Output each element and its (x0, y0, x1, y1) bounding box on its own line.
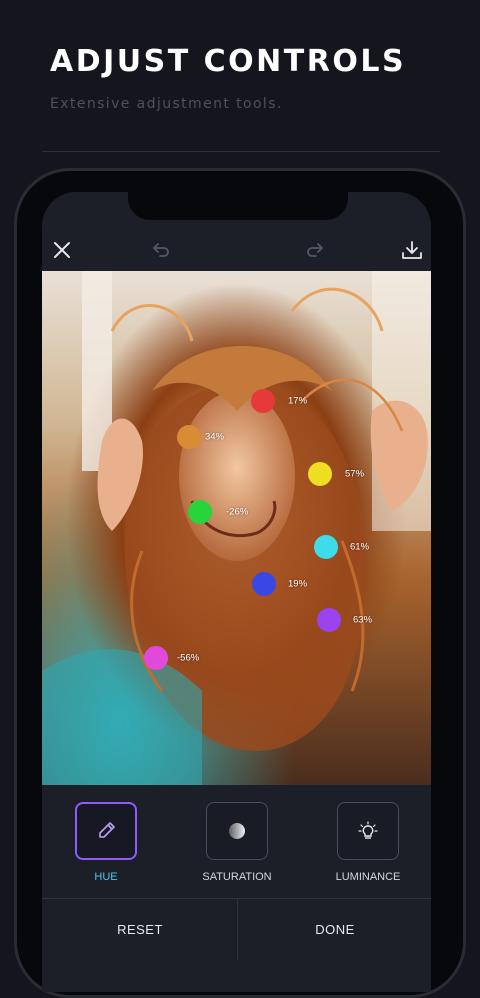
color-point-red[interactable] (251, 389, 275, 413)
color-point-blue-value: 19% (288, 578, 308, 590)
lightbulb-icon (358, 821, 378, 839)
color-point-orange[interactable] (177, 425, 201, 449)
phone-notch (128, 192, 348, 220)
reset-button[interactable]: RESET (43, 899, 237, 960)
undo-button[interactable] (147, 236, 175, 264)
color-point-yellow-value: 57% (345, 468, 365, 480)
color-point-green-value: -26% (226, 506, 249, 518)
download-icon (402, 241, 422, 259)
luminance-tool-label: LUMINANCE (335, 871, 401, 883)
color-point-blue[interactable] (252, 572, 276, 596)
page-title: ADJUST CONTROLS (50, 44, 407, 79)
color-point-cyan[interactable] (314, 535, 338, 559)
done-button[interactable]: DONE (238, 899, 432, 960)
color-point-orange-value: 34% (205, 431, 225, 443)
close-button[interactable] (48, 236, 76, 264)
download-button[interactable] (398, 236, 426, 264)
color-point-purple-value: 63% (353, 614, 373, 626)
color-point-magenta-value: -56% (177, 652, 200, 664)
color-point-green[interactable] (188, 500, 212, 524)
luminance-tool-button[interactable] (337, 802, 399, 860)
color-point-red-value: 17% (288, 395, 308, 407)
saturation-tool-button[interactable] (206, 802, 268, 860)
edit-photo: 17% 34% 57% -26% 61% 19% 63% -56% (42, 271, 431, 785)
photo-subject-illustration (42, 271, 431, 785)
color-point-cyan-value: 61% (350, 541, 370, 553)
undo-icon (153, 243, 169, 257)
close-icon (54, 242, 70, 258)
hue-tool-button[interactable] (75, 802, 137, 860)
redo-button[interactable] (301, 236, 329, 264)
brush-icon (99, 822, 115, 838)
gradient-circle-icon (229, 823, 245, 839)
color-point-yellow[interactable] (308, 462, 332, 486)
saturation-tool-label: SATURATION (202, 871, 272, 883)
hue-tool-label: HUE (94, 871, 118, 883)
title-divider (42, 151, 440, 152)
page-subtitle: Extensive adjustment tools. (50, 96, 283, 112)
redo-icon (307, 243, 323, 257)
color-point-magenta[interactable] (144, 646, 168, 670)
color-point-purple[interactable] (317, 608, 341, 632)
